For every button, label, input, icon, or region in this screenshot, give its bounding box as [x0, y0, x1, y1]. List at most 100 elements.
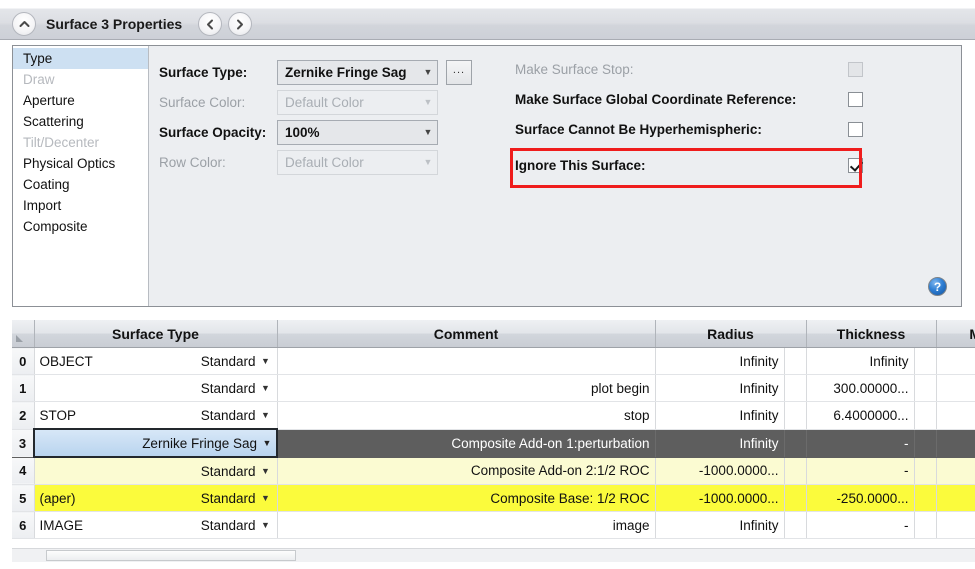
chevron-down-icon[interactable]: ▼ [260, 466, 272, 476]
cell-comment[interactable] [277, 347, 656, 375]
cell-thickness-flag[interactable] [914, 374, 937, 402]
cell-thickness[interactable]: Infinity [806, 347, 915, 375]
surface-type-browse-button[interactable]: ... [446, 60, 472, 85]
table-row[interactable]: 0 OBJECT Standard ▼ Infinity Infinity [12, 347, 975, 375]
row-index[interactable]: 3 [12, 429, 35, 458]
cell-comment[interactable]: image [277, 511, 656, 539]
table-row[interactable]: 5 (aper) Standard ▼ Composite Base: 1/2 … [12, 484, 975, 512]
cell-radius-flag[interactable] [784, 347, 807, 375]
cell-thickness[interactable]: 6.4000000... [806, 401, 915, 430]
header-material[interactable]: Materi [936, 320, 975, 348]
cell-radius-flag[interactable] [784, 429, 807, 458]
cell-material[interactable]: MIRR... [936, 484, 975, 512]
cell-radius[interactable]: Infinity [655, 347, 785, 375]
surface-type-value: Zernike Fringe Sag [285, 65, 407, 80]
cell-surface-type[interactable]: Standard ▼ [34, 374, 278, 402]
surface-name: OBJECT [39, 353, 93, 369]
category-item-physical-optics[interactable]: Physical Optics [13, 153, 148, 174]
row-index[interactable]: 0 [12, 347, 35, 375]
chevron-down-icon[interactable]: ▼ [260, 383, 272, 393]
row-index[interactable]: 5 [12, 484, 35, 512]
cell-thickness-flag[interactable] [914, 347, 937, 375]
chevron-down-icon[interactable]: ▼ [260, 520, 272, 530]
header-comment[interactable]: Comment [277, 320, 656, 348]
cell-thickness[interactable]: -250.0000... [806, 484, 915, 512]
cell-material[interactable] [936, 347, 975, 375]
cell-material[interactable] [936, 511, 975, 539]
chevron-down-icon[interactable]: ▼ [260, 410, 272, 420]
cell-radius-flag[interactable] [784, 484, 807, 512]
cell-material[interactable]: - [936, 429, 975, 458]
cell-thickness-flag[interactable] [914, 401, 937, 430]
table-row-selected[interactable]: 3 Zernike Fringe Sag ▼ Composite Add-on … [12, 428, 975, 458]
cell-radius[interactable]: Infinity [655, 374, 785, 402]
cell-radius-flag[interactable] [784, 374, 807, 402]
ignore-this-surface-checkbox[interactable] [848, 158, 863, 173]
cell-thickness[interactable]: - [806, 511, 915, 539]
scrollbar-thumb[interactable] [46, 550, 296, 561]
table-row[interactable]: 6 IMAGE Standard ▼ image Infinity - [12, 511, 975, 539]
row-index[interactable]: 6 [12, 511, 35, 539]
header-radius[interactable]: Radius [655, 320, 807, 348]
previous-surface-button[interactable] [198, 12, 223, 36]
cell-surface-type[interactable]: IMAGE Standard ▼ [34, 511, 278, 539]
properties-titlebar: Surface 3 Properties [0, 8, 975, 40]
cell-comment[interactable]: plot begin [277, 374, 656, 402]
category-item-type[interactable]: Type [13, 48, 148, 69]
category-item-composite[interactable]: Composite [13, 216, 148, 237]
chevron-down-icon[interactable]: ▼ [261, 438, 273, 448]
cell-thickness-flag[interactable] [914, 511, 937, 539]
category-item-import[interactable]: Import [13, 195, 148, 216]
surface-opacity-dropdown[interactable]: 100% ▼ [277, 120, 438, 145]
cell-thickness-flag[interactable] [914, 429, 937, 458]
cell-surface-type[interactable]: OBJECT Standard ▼ [34, 347, 278, 375]
help-button[interactable]: ? [928, 277, 947, 296]
header-surface-type[interactable]: Surface Type [34, 320, 278, 348]
cell-radius[interactable]: Infinity [655, 429, 785, 458]
table-row[interactable]: 1 Standard ▼ plot begin Infinity 300.000… [12, 374, 975, 402]
next-surface-button[interactable] [228, 12, 253, 36]
cell-comment[interactable]: Composite Base: 1/2 ROC [277, 484, 656, 512]
row-index-header[interactable] [12, 320, 35, 348]
corner-triangle-icon [16, 335, 23, 342]
cell-material[interactable]: - [936, 457, 975, 485]
cell-material[interactable] [936, 374, 975, 402]
collapse-panel-button[interactable] [12, 12, 36, 36]
chevron-down-icon[interactable]: ▼ [260, 493, 272, 503]
cell-thickness-flag[interactable] [914, 457, 937, 485]
surface-type-dropdown[interactable]: Zernike Fringe Sag ▼ [277, 60, 438, 85]
category-item-aperture[interactable]: Aperture [13, 90, 148, 111]
cell-comment[interactable]: stop [277, 401, 656, 430]
row-index[interactable]: 4 [12, 457, 35, 485]
cell-comment[interactable]: Composite Add-on 1:perturbation [277, 429, 656, 458]
category-item-coating[interactable]: Coating [13, 174, 148, 195]
table-row[interactable]: 2 STOP Standard ▼ stop Infinity 6.400000… [12, 401, 975, 430]
cell-radius[interactable]: -1000.0000... [655, 457, 785, 485]
cell-surface-type[interactable]: (aper) Standard ▼ [34, 484, 278, 512]
cell-thickness[interactable]: - [806, 457, 915, 485]
header-thickness[interactable]: Thickness [806, 320, 937, 348]
cell-radius-flag[interactable] [784, 457, 807, 485]
cell-radius-flag[interactable] [784, 511, 807, 539]
global-coordinate-reference-checkbox[interactable] [848, 92, 863, 107]
cell-radius[interactable]: Infinity [655, 511, 785, 539]
cell-radius-flag[interactable] [784, 401, 807, 430]
cell-thickness[interactable]: - [806, 429, 915, 458]
category-item-scattering[interactable]: Scattering [13, 111, 148, 132]
cell-thickness-flag[interactable] [914, 484, 937, 512]
cell-surface-type[interactable]: Zernike Fringe Sag ▼ [33, 428, 278, 458]
chevron-down-icon[interactable]: ▼ [260, 356, 272, 366]
cell-radius[interactable]: -1000.0000... [655, 484, 785, 512]
row-index[interactable]: 1 [12, 374, 35, 402]
cell-material[interactable] [936, 401, 975, 430]
cell-surface-type[interactable]: STOP Standard ▼ [34, 401, 278, 430]
cell-comment[interactable]: Composite Add-on 2:1/2 ROC [277, 457, 656, 485]
horizontal-scrollbar[interactable] [12, 548, 975, 562]
table-row[interactable]: 4 Standard ▼ Composite Add-on 2:1/2 ROC … [12, 457, 975, 485]
cell-thickness[interactable]: 300.00000... [806, 374, 915, 402]
cell-surface-type[interactable]: Standard ▼ [34, 457, 278, 485]
row-index[interactable]: 2 [12, 401, 35, 430]
cannot-be-hyperhemispheric-checkbox[interactable] [848, 122, 863, 137]
cell-radius[interactable]: Infinity [655, 401, 785, 430]
surface-type-value: Standard [200, 490, 256, 506]
